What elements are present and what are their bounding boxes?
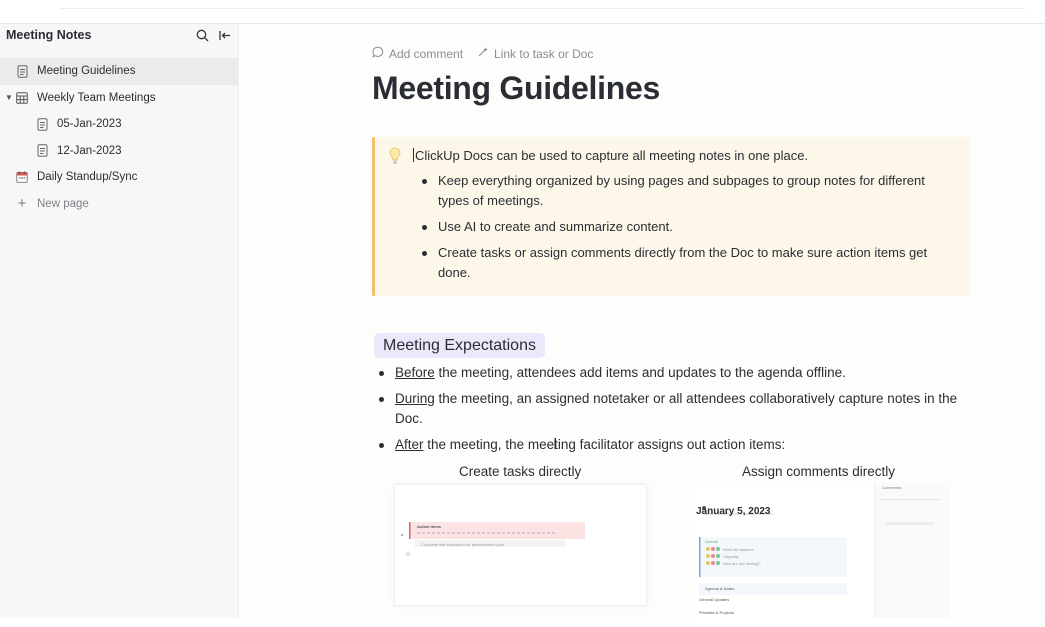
collapse-sidebar-icon[interactable] <box>216 27 232 43</box>
expectations-list: Before the meeting, attendees add items … <box>379 363 975 461</box>
doc-icon <box>35 117 49 131</box>
thumb-overall: Overall <box>705 539 718 544</box>
keyword-link[interactable]: During <box>395 391 435 406</box>
sidebar-item-daily-standup[interactable]: Daily Standup/Sync <box>0 164 238 191</box>
browser-top-strip <box>0 0 1045 24</box>
grid-icon <box>15 91 29 105</box>
sidebar-item-label: Weekly Team Meetings <box>37 91 156 104</box>
list-item: During the meeting, an assigned notetake… <box>379 389 975 429</box>
thumb-comments-title: Comments <box>882 485 902 490</box>
thumb-task-text: Complete self evaluation for performance… <box>421 542 505 547</box>
doc-icon <box>15 64 29 78</box>
doc-main: Add comment Link to task or Doc Meeting … <box>240 24 1045 618</box>
link-task-button[interactable]: Link to task or Doc <box>477 46 593 61</box>
keyword-link[interactable]: After <box>395 437 424 452</box>
list-item: Use AI to create and summarize content. <box>422 217 958 237</box>
thumb-date-heading: January 5, 2023 <box>696 506 771 517</box>
list-item: Keep everything organized by using pages… <box>422 171 958 211</box>
lightbulb-icon <box>389 147 401 165</box>
thumb-agenda: Agenda & Notes <box>705 586 735 591</box>
sidebar-item-meeting-guidelines[interactable]: Meeting Guidelines <box>0 58 238 85</box>
thumb-item: How are you feeling? <box>723 561 761 566</box>
text-cursor-icon: I <box>553 435 558 453</box>
thumb-action-items-title: Action items <box>417 524 442 529</box>
thumb-priorities: Priorities & Projects <box>699 610 734 615</box>
page-title[interactable]: Meeting Guidelines <box>372 70 660 107</box>
screenshot-assign-comments[interactable]: January 5, 2023 Overall Work life balanc… <box>695 482 950 618</box>
thumb-item: Capacity <box>723 554 739 559</box>
doc-actions: Add comment Link to task or Doc <box>372 46 593 61</box>
callout-lead: ClickUp Docs can be used to capture all … <box>415 148 809 163</box>
sidebar-header: Meeting Notes <box>0 24 238 46</box>
callout-block[interactable]: ClickUp Docs can be used to capture all … <box>372 137 970 296</box>
keyword-link[interactable]: Before <box>395 365 435 380</box>
search-icon[interactable] <box>194 27 210 43</box>
add-comment-label: Add comment <box>389 46 464 61</box>
sidebar-item-label: 12-Jan-2023 <box>57 144 122 157</box>
list-item-text: the meeting, an assigned notetaker or al… <box>395 391 958 426</box>
chevron-down-icon[interactable]: ▼ <box>5 93 13 102</box>
sidebar-item-label: 05-Jan-2023 <box>57 118 122 131</box>
new-page-label: New page <box>37 197 89 210</box>
doc-icon <box>35 144 49 158</box>
list-item: After the meeting, the meeting facilitat… <box>379 435 975 455</box>
calendar-icon <box>15 170 29 184</box>
comment-icon <box>372 46 384 61</box>
list-item-text: the meeting, the meeting facilitator ass… <box>423 437 786 452</box>
text-caret <box>413 148 414 162</box>
sidebar-item-weekly-team-meetings[interactable]: ▼ Weekly Team Meetings <box>0 85 238 112</box>
link-sparkle-icon <box>477 46 489 61</box>
sidebar-item-12-jan-2023[interactable]: 12-Jan-2023 <box>0 138 238 165</box>
new-page-button[interactable]: + New page <box>0 191 238 218</box>
thumb-item: Work life balance <box>723 547 754 552</box>
section-heading[interactable]: Meeting Expectations <box>374 333 545 358</box>
callout-list: Keep everything organized by using pages… <box>422 171 958 289</box>
caption-assign-comments: Assign comments directly <box>742 464 896 479</box>
add-comment-button[interactable]: Add comment <box>372 46 463 61</box>
thumb-general: General Updates <box>699 597 730 602</box>
plus-icon: + <box>17 195 27 213</box>
sidebar-item-05-jan-2023[interactable]: 05-Jan-2023 <box>0 111 238 138</box>
list-item-text: the meeting, attendees add items and upd… <box>434 365 846 380</box>
sidebar-item-label: Meeting Guidelines <box>37 65 136 78</box>
sidebar: Meeting Notes Meeting Guidelines ▼ Weekl… <box>0 24 239 618</box>
list-item: Create tasks or assign comments directly… <box>422 243 958 283</box>
caption-create-tasks: Create tasks directly <box>459 464 582 479</box>
screenshot-create-tasks[interactable]: Action items Complete self evaluation fo… <box>394 484 647 606</box>
sidebar-item-label: Daily Standup/Sync <box>37 171 138 184</box>
sidebar-title: Meeting Notes <box>6 28 92 42</box>
list-item: Before the meeting, attendees add items … <box>379 363 975 383</box>
link-task-label: Link to task or Doc <box>494 46 594 61</box>
callout-lead-text: ClickUp Docs can be used to capture all … <box>413 148 808 163</box>
